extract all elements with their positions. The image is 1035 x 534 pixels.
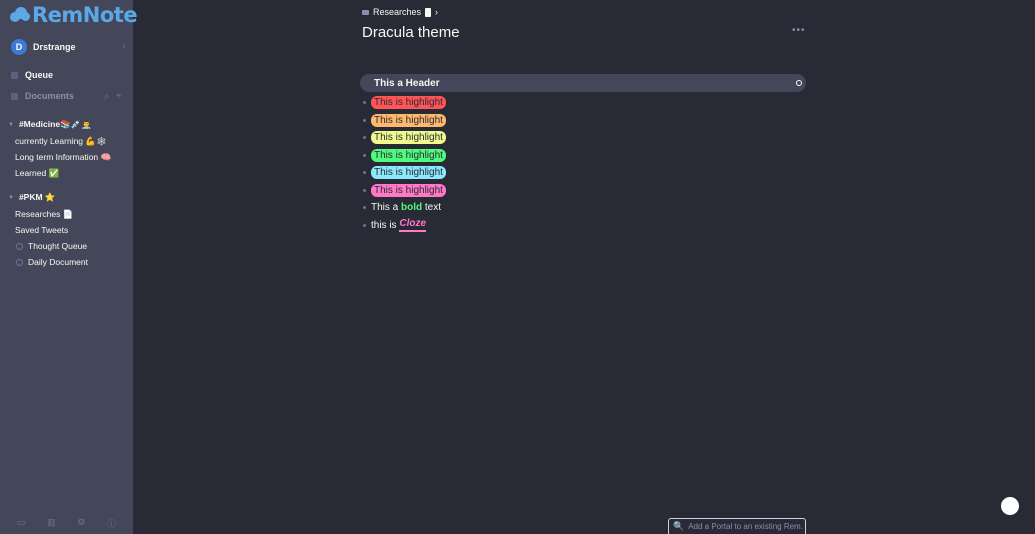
section-title: #Medicine📚💉👨‍⚕️ [18, 119, 92, 129]
documents-actions: ⌕ + [104, 91, 121, 102]
highlight-text[interactable]: This is highlight [371, 183, 446, 197]
portal-placeholder: Add a Portal to an existing Rem. [688, 522, 803, 531]
rem-highlight-orange[interactable]: This is highlight [363, 113, 446, 127]
rem-cloze-line[interactable]: this is Cloze [363, 218, 427, 232]
bullet-icon[interactable] [363, 118, 366, 122]
avatar: D [11, 39, 27, 55]
settings-icon[interactable]: ⚙ [77, 517, 85, 530]
page-icon [425, 7, 432, 17]
caret-down-icon[interactable]: ▼ [8, 195, 14, 201]
nav-queue[interactable]: Queue [11, 70, 53, 80]
bullet-icon[interactable] [363, 205, 366, 209]
user-menu[interactable]: D Drstrange ‹ [11, 39, 126, 55]
text[interactable]: this is [371, 220, 397, 231]
header-dot-icon[interactable] [796, 80, 802, 86]
page-title[interactable]: Dracula theme [362, 24, 460, 41]
folder-icon [362, 9, 369, 15]
text[interactable]: This a [371, 202, 398, 213]
stats-icon[interactable]: ▥ [47, 517, 56, 530]
highlight-text[interactable]: This is highlight [371, 130, 446, 144]
rem-highlight-pink[interactable]: This is highlight [363, 183, 446, 197]
add-document-icon[interactable]: + [116, 91, 122, 102]
chevron-right-icon: › [435, 7, 439, 17]
header-text[interactable]: This a Header [374, 78, 440, 89]
circle-icon [16, 258, 23, 266]
bullet-icon[interactable] [363, 153, 366, 157]
toggle-panel-icon[interactable]: ▭ [17, 517, 26, 530]
remnote-logo[interactable]: RemNote [10, 3, 138, 27]
sidebar-item-researches[interactable]: Researches 📄 [15, 209, 73, 220]
sidebar-section-pkm[interactable]: ▼ #PKM ⭐ [8, 192, 56, 203]
rem-highlight-green[interactable]: This is highlight [363, 148, 446, 162]
cloze-text[interactable]: Cloze [399, 218, 427, 232]
highlight-text[interactable]: This is highlight [371, 95, 446, 109]
caret-down-icon[interactable]: ▼ [8, 122, 14, 128]
search-icon: 🔍 [673, 521, 685, 531]
rem-bold-line[interactable]: This a bold text [363, 200, 441, 214]
circle-icon [16, 242, 23, 250]
portal-search-input[interactable]: 🔍 Add a Portal to an existing Rem. [668, 518, 806, 534]
bullet-icon[interactable] [363, 223, 366, 227]
breadcrumb-researches[interactable]: Researches [373, 7, 421, 17]
sidebar: RemNote D Drstrange ‹ Queue Documents ⌕ … [0, 0, 138, 534]
search-icon[interactable]: ⌕ [104, 91, 110, 102]
sidebar-item-thought-queue[interactable]: Thought Queue [16, 241, 87, 251]
nav-documents-label: Documents [25, 91, 75, 101]
bullet-icon[interactable] [363, 170, 366, 174]
section-title: #PKM ⭐ [18, 192, 56, 202]
more-options-icon[interactable]: ••• [792, 25, 806, 36]
header-rem[interactable]: This a Header [360, 74, 806, 92]
rem-highlight-red[interactable]: This is highlight [363, 95, 446, 109]
collapse-sidebar-icon[interactable]: ‹ [123, 41, 126, 52]
documents-icon [11, 92, 18, 100]
logo-text: RemNote [32, 3, 138, 27]
sidebar-item-learned[interactable]: Learned ✅ [15, 168, 59, 179]
nav-queue-label: Queue [25, 70, 54, 80]
bullet-icon[interactable] [363, 100, 366, 104]
sidebar-item-label: Daily Document [28, 257, 88, 267]
user-name: Drstrange [33, 42, 76, 52]
sidebar-item-currently-learning[interactable]: currently Learning 💪🕸 [15, 136, 107, 147]
sidebar-item-saved-tweets[interactable]: Saved Tweets [15, 225, 68, 235]
nav-documents[interactable]: Documents [11, 91, 74, 101]
highlight-text[interactable]: This is highlight [371, 148, 446, 162]
remnote-logo-icon [10, 6, 30, 24]
sidebar-footer: ▭ ▥ ⚙ ⓘ [0, 517, 133, 530]
info-icon[interactable]: ⓘ [107, 517, 116, 530]
highlight-text[interactable]: This is highlight [371, 165, 446, 179]
bold-text[interactable]: bold [401, 202, 422, 213]
help-button[interactable] [1001, 497, 1019, 515]
sidebar-item-label: Thought Queue [28, 241, 88, 251]
queue-icon [11, 71, 18, 79]
bullet-icon[interactable] [363, 135, 366, 139]
rem-highlight-yellow[interactable]: This is highlight [363, 130, 446, 144]
highlight-text[interactable]: This is highlight [371, 113, 446, 127]
rem-highlight-cyan[interactable]: This is highlight [363, 165, 446, 179]
sidebar-item-daily-document[interactable]: Daily Document [16, 257, 88, 267]
sidebar-item-long-term-information[interactable]: Long term Information 🧠 [15, 152, 111, 163]
bullet-icon[interactable] [363, 188, 366, 192]
text[interactable]: text [425, 202, 441, 213]
breadcrumb: Researches › [362, 7, 438, 17]
sidebar-section-medicine[interactable]: ▼ #Medicine📚💉👨‍⚕️ [8, 119, 92, 130]
